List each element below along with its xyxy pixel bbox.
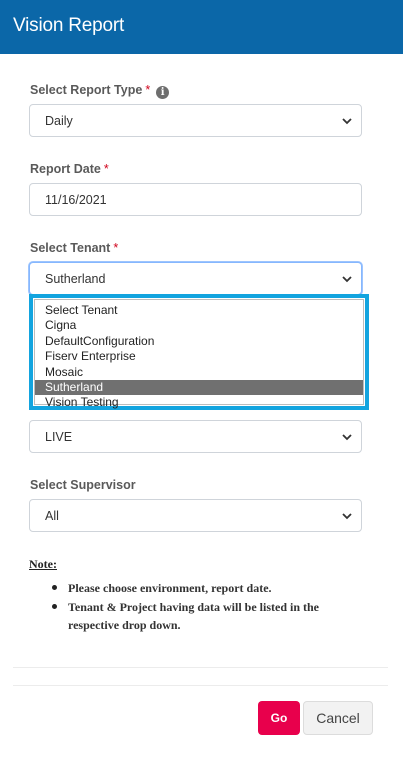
chevron-down-icon (342, 118, 352, 125)
environment-value: LIVE (45, 430, 73, 444)
supervisor-label: Select Supervisor (30, 478, 136, 492)
report-date-input[interactable]: 11/16/2021 (29, 183, 362, 216)
tenant-option[interactable]: Select Tenant (35, 303, 363, 318)
tenant-select[interactable]: Sutherland (29, 262, 362, 295)
required-mark: * (113, 241, 119, 255)
report-type-select[interactable]: Daily (29, 104, 362, 137)
supervisor-label-text: Select Supervisor (30, 478, 136, 492)
required-mark: * (103, 162, 109, 176)
supervisor-select[interactable]: All (29, 499, 362, 532)
tenant-option-selected[interactable]: Sutherland (35, 380, 363, 396)
divider (13, 685, 388, 686)
tenant-options: Select Tenant Cigna DefaultConfiguration… (34, 299, 364, 409)
report-type-value: Daily (45, 114, 73, 128)
note-item: Tenant & Project having data will be lis… (50, 598, 370, 634)
report-type-label: Select Report Type * i (30, 83, 170, 99)
go-button[interactable]: Go (258, 701, 300, 735)
tenant-option[interactable]: Cigna (35, 318, 363, 333)
info-icon[interactable]: i (156, 86, 170, 99)
report-date-value: 11/16/2021 (45, 193, 107, 207)
app-header: Vision Report (0, 0, 403, 54)
required-mark: * (145, 83, 151, 97)
note-list: Please choose environment, report date. … (50, 579, 370, 635)
page-title: Vision Report (13, 15, 125, 36)
divider (13, 667, 388, 668)
tenant-option[interactable]: DefaultConfiguration (35, 334, 363, 349)
tenant-option[interactable]: Mosaic (35, 365, 363, 380)
tenant-option[interactable]: Vision Testing (35, 395, 363, 410)
chevron-down-icon (342, 434, 352, 441)
tenant-option[interactable]: Fiserv Enterprise (35, 349, 363, 364)
chevron-down-icon (342, 513, 352, 520)
tenant-label-text: Select Tenant (30, 241, 111, 255)
environment-select[interactable]: LIVE (29, 420, 362, 453)
chevron-down-icon (342, 276, 352, 283)
tenant-dropdown-list[interactable]: Select Tenant Cigna DefaultConfiguration… (29, 294, 369, 410)
supervisor-value: All (45, 509, 59, 523)
note-title: Note: (29, 557, 57, 571)
report-type-label-text: Select Report Type (30, 83, 143, 97)
tenant-label: Select Tenant * (30, 241, 118, 255)
cancel-button[interactable]: Cancel (303, 701, 373, 735)
report-date-label-text: Report Date (30, 162, 101, 176)
note-item: Please choose environment, report date. (50, 579, 370, 597)
report-date-label: Report Date * (30, 162, 109, 176)
tenant-value: Sutherland (45, 272, 106, 286)
